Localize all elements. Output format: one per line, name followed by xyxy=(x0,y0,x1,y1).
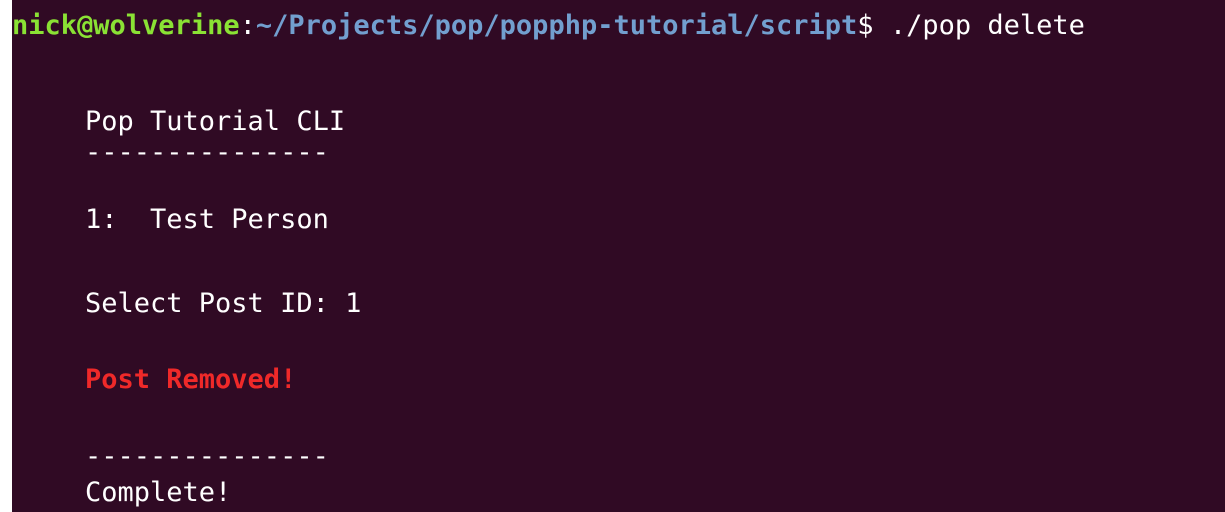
cli-title: Pop Tutorial CLI xyxy=(85,106,346,137)
prompt-symbol: $ xyxy=(857,10,874,41)
complete-message: Complete! xyxy=(85,477,232,508)
prompt-path: ~/Projects/pop/popphp-tutorial/script xyxy=(255,10,858,41)
divider-bottom: --------------- xyxy=(85,441,329,472)
divider-top: --------------- xyxy=(85,137,329,168)
prompt-command: ./pop delete xyxy=(873,10,1085,41)
shell-prompt-line: nick@wolverine:~/Projects/pop/popphp-tut… xyxy=(12,9,1085,43)
prompt-separator: : xyxy=(239,10,256,41)
select-post-prompt: Select Post ID: 1 xyxy=(85,288,362,319)
post-list-item: 1: Test Person xyxy=(85,204,329,235)
terminal-screen[interactable]: nick@wolverine:~/Projects/pop/popphp-tut… xyxy=(12,0,1225,512)
prompt-user-host: nick@wolverine xyxy=(12,10,240,41)
terminal-window: nick@wolverine:~/Projects/pop/popphp-tut… xyxy=(0,0,1225,512)
status-message: Post Removed! xyxy=(85,364,297,395)
